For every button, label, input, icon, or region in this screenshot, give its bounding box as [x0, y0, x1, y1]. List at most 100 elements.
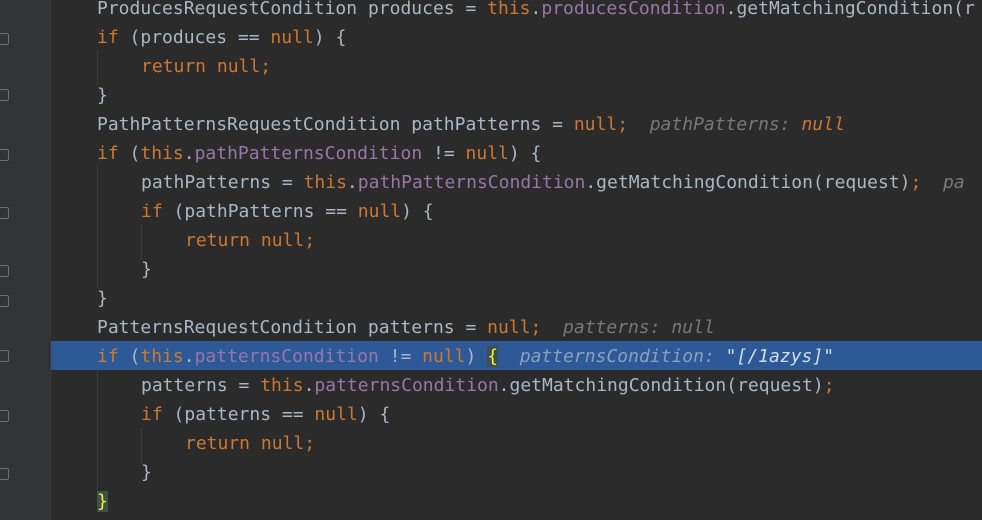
keyword-null: null — [487, 317, 531, 338]
semicolon: ; — [304, 433, 316, 454]
code-line[interactable]: return null; — [53, 226, 982, 255]
paren: ( — [118, 346, 141, 367]
inline-debug-hint-name: pathPatterns: — [649, 114, 791, 135]
code-line[interactable]: if (produces == null) { — [53, 23, 982, 52]
operator: = — [465, 0, 477, 19]
keyword-this: this — [303, 172, 347, 193]
semicolon: ; — [260, 56, 272, 77]
keyword-this: this — [260, 375, 304, 396]
brace: } — [141, 462, 152, 483]
operator: != — [378, 346, 423, 367]
inline-debug-hint-value: null — [801, 114, 845, 135]
inline-debug-hint-value: "[/1azys]" — [725, 346, 835, 367]
fold-marker-icon[interactable] — [0, 295, 9, 307]
semicolon: ; — [823, 375, 835, 396]
inline-debug-hint-name: pa — [942, 172, 965, 193]
code-line[interactable]: } — [53, 458, 982, 487]
matched-brace: { — [487, 346, 499, 367]
operator: != — [422, 143, 466, 164]
assignment: pathPatterns = — [141, 172, 304, 193]
keyword-if: if — [141, 201, 163, 222]
code-line[interactable]: if (patterns == null) { — [53, 400, 982, 429]
code-line[interactable]: } — [53, 284, 982, 313]
keyword-if: if — [141, 404, 163, 425]
fold-marker-icon[interactable] — [0, 265, 9, 277]
brace: } — [97, 288, 108, 309]
fold-marker-icon[interactable] — [0, 33, 9, 45]
field-name: pathPatternsCondition — [194, 143, 423, 164]
method-call: .getMatchingCondition(request) — [498, 375, 824, 396]
dot: . — [346, 172, 358, 193]
semicolon: ; — [617, 114, 629, 135]
variable: produces — [367, 0, 455, 19]
code-line[interactable]: if (pathPatterns == null) { — [53, 197, 982, 226]
assignment: patterns = — [141, 375, 261, 396]
method-call: .getMatchingCondition(r — [725, 0, 975, 19]
keyword-this: this — [140, 143, 184, 164]
brace: ) { — [508, 143, 542, 164]
code-line[interactable]: } — [53, 81, 982, 110]
brace: ) { — [401, 201, 434, 222]
keyword-null: null — [216, 56, 261, 77]
code-line[interactable]: PatternsRequestCondition patterns = null… — [53, 313, 982, 342]
fold-marker-icon[interactable] — [0, 149, 9, 161]
matched-brace: } — [97, 491, 108, 512]
brace: } — [141, 259, 152, 280]
keyword-return: return — [185, 433, 251, 454]
code-line[interactable]: PathPatternsRequestCondition pathPattern… — [53, 110, 982, 139]
semicolon: ; — [304, 230, 316, 251]
code-line[interactable]: return null; — [53, 429, 982, 458]
type-name: ProducesRequestCondition — [97, 0, 358, 19]
fold-marker-icon[interactable] — [0, 410, 9, 422]
semicolon: ; — [910, 172, 922, 193]
code-area[interactable]: ProducesRequestCondition produces = this… — [53, 0, 982, 520]
declaration: PatternsRequestCondition patterns = — [97, 317, 488, 338]
fold-marker-icon[interactable] — [0, 207, 9, 219]
keyword-return: return — [141, 56, 207, 77]
keyword-if: if — [97, 346, 119, 367]
field-name: pathPatternsCondition — [357, 172, 586, 193]
code-line[interactable]: patterns = this.patternsCondition.getMat… — [53, 371, 982, 400]
keyword-null: null — [270, 27, 314, 48]
dot: . — [303, 375, 315, 396]
inline-debug-hint-name: patterns: — [563, 317, 661, 338]
dot: . — [530, 0, 542, 19]
dot: . — [183, 346, 195, 367]
code-line[interactable]: } — [53, 255, 982, 284]
field-name: patternsCondition — [314, 375, 499, 396]
semicolon: ; — [530, 317, 542, 338]
paren: ) — [465, 346, 488, 367]
fold-marker-icon[interactable] — [0, 468, 9, 480]
keyword-if: if — [97, 27, 119, 48]
code-line-execution-point[interactable]: if (this.patternsCondition != null) { pa… — [53, 342, 982, 371]
condition: (patterns == — [162, 404, 315, 425]
code-line[interactable]: ProducesRequestCondition produces = this… — [53, 0, 982, 23]
keyword-null: null — [465, 143, 509, 164]
editor-gutter[interactable] — [0, 0, 51, 520]
condition: (produces == — [118, 27, 271, 48]
code-line[interactable]: if (this.pathPatternsCondition != null) … — [53, 139, 982, 168]
code-editor[interactable]: ProducesRequestCondition produces = this… — [0, 0, 982, 520]
paren: ( — [118, 143, 141, 164]
condition: (pathPatterns == — [162, 201, 358, 222]
code-line[interactable]: pathPatterns = this.pathPatternsConditio… — [53, 168, 982, 197]
brace: ) { — [313, 27, 347, 48]
code-line[interactable]: return null; — [53, 52, 982, 81]
keyword-this: this — [487, 0, 531, 19]
keyword-null: null — [260, 433, 305, 454]
keyword-return: return — [185, 230, 251, 251]
field-name: producesCondition — [541, 0, 726, 19]
keyword-null: null — [422, 346, 466, 367]
keyword-null: null — [314, 404, 358, 425]
code-line[interactable]: } — [53, 487, 982, 516]
keyword-if: if — [97, 143, 119, 164]
fold-marker-icon[interactable] — [0, 350, 9, 362]
brace: } — [97, 85, 108, 106]
declaration: PathPatternsRequestCondition pathPattern… — [97, 114, 574, 135]
method-call: .getMatchingCondition(request) — [585, 172, 911, 193]
fold-marker-icon[interactable] — [0, 89, 9, 101]
keyword-null: null — [260, 230, 305, 251]
keyword-null: null — [573, 114, 618, 135]
brace: ) { — [357, 404, 391, 425]
keyword-this: this — [140, 346, 184, 367]
